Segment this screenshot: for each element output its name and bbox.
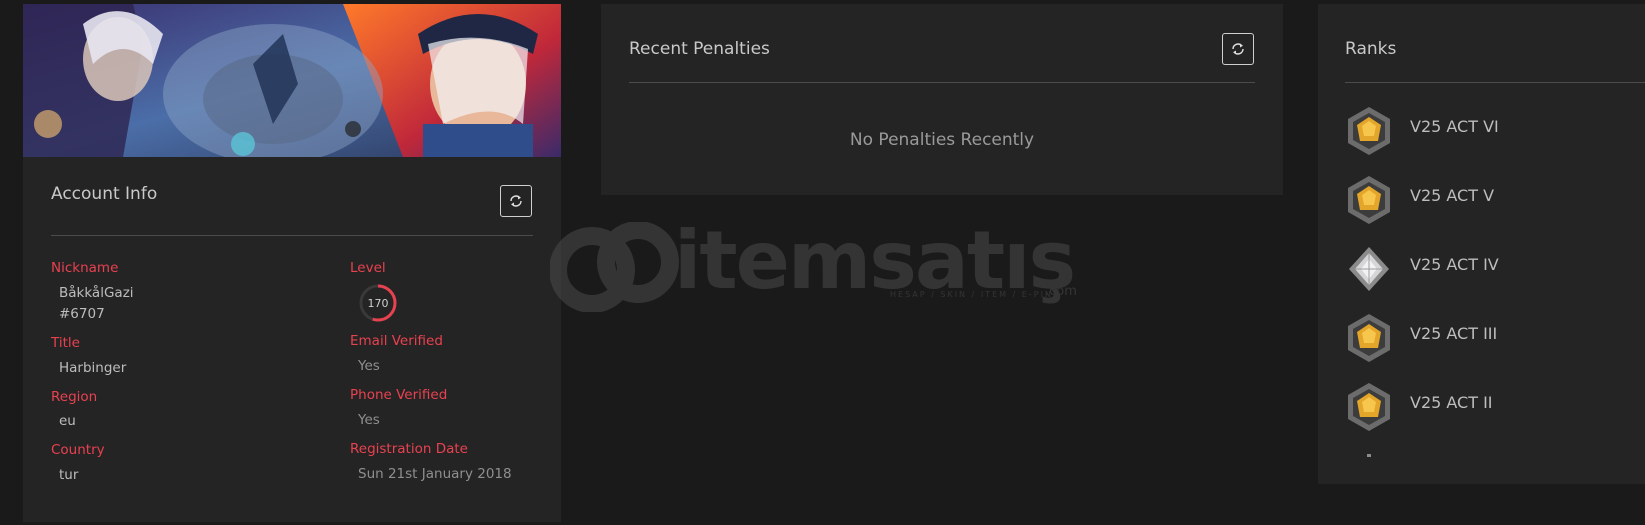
nickname-tag: #6707: [59, 306, 105, 322]
watermark-suffix: .com: [1045, 284, 1077, 299]
region-value: eu: [59, 413, 76, 429]
rank-label: V25 ACT IV: [1410, 255, 1499, 274]
rank-label: V25 ACT VI: [1410, 117, 1499, 136]
region-label: Region: [51, 389, 98, 405]
account-info-title: Account Info: [51, 184, 158, 204]
gold-rank-icon: [1348, 383, 1390, 431]
penalties-refresh-button[interactable]: [1222, 33, 1254, 65]
ranks-divider: [1345, 82, 1645, 83]
level-label: Level: [350, 260, 386, 276]
title-value: Harbinger: [59, 360, 127, 376]
registration-date-label: Registration Date: [350, 441, 468, 457]
next-rank-hint: [1367, 454, 1371, 457]
account-refresh-button[interactable]: [500, 185, 532, 217]
watermark-logo-icon: [550, 222, 679, 312]
gold-rank-icon: [1348, 176, 1390, 224]
email-verified-value: Yes: [358, 358, 380, 374]
rank-item: V25 ACT VI: [1345, 105, 1645, 157]
rank-item: V25 ACT III: [1345, 312, 1645, 364]
nickname-label: Nickname: [51, 260, 119, 276]
rank-label: V25 ACT V: [1410, 186, 1495, 205]
watermark: itemsatış HESAP / SKIN / ITEM / E-PIN .c…: [550, 216, 1110, 312]
no-penalties-message: No Penalties Recently: [849, 130, 1035, 150]
email-verified-label: Email Verified: [350, 333, 443, 349]
rank-item: V25 ACT IV: [1345, 243, 1645, 295]
rank-item: V25 ACT II: [1345, 381, 1645, 433]
registration-date-value: Sun 21st January 2018: [358, 466, 512, 482]
ranks-title: Ranks: [1345, 39, 1397, 59]
level-value: 170: [367, 296, 389, 310]
phone-verified-value: Yes: [358, 412, 380, 428]
ranks-card: Ranks V25 ACT VI V25 ACT V V25 ACT IV V2…: [1318, 4, 1645, 484]
refresh-icon: [510, 195, 522, 207]
phone-verified-label: Phone Verified: [350, 387, 448, 403]
profile-banner: [23, 4, 561, 157]
gold-rank-icon: [1348, 314, 1390, 362]
country-value: tur: [59, 467, 79, 483]
recent-penalties-title: Recent Penalties: [629, 39, 770, 59]
gold-rank-icon: [1348, 107, 1390, 155]
title-label: Title: [51, 335, 80, 351]
penalties-divider: [629, 82, 1255, 83]
account-info-card: Account Info Nickname BåkkålGazi #6707 T…: [23, 4, 561, 522]
level-ring: 170: [358, 283, 398, 323]
account-divider: [51, 235, 533, 236]
silver-rank-icon: [1349, 247, 1389, 291]
country-label: Country: [51, 442, 105, 458]
rank-label: V25 ACT II: [1410, 393, 1493, 412]
rank-label: V25 ACT III: [1410, 324, 1498, 343]
recent-penalties-card: Recent Penalties No Penalties Recently: [601, 4, 1283, 195]
refresh-icon: [1232, 43, 1244, 55]
rank-item: V25 ACT V: [1345, 174, 1645, 226]
nickname-value: BåkkålGazi: [59, 285, 134, 301]
watermark-tagline: HESAP / SKIN / ITEM / E-PIN: [890, 290, 1053, 299]
